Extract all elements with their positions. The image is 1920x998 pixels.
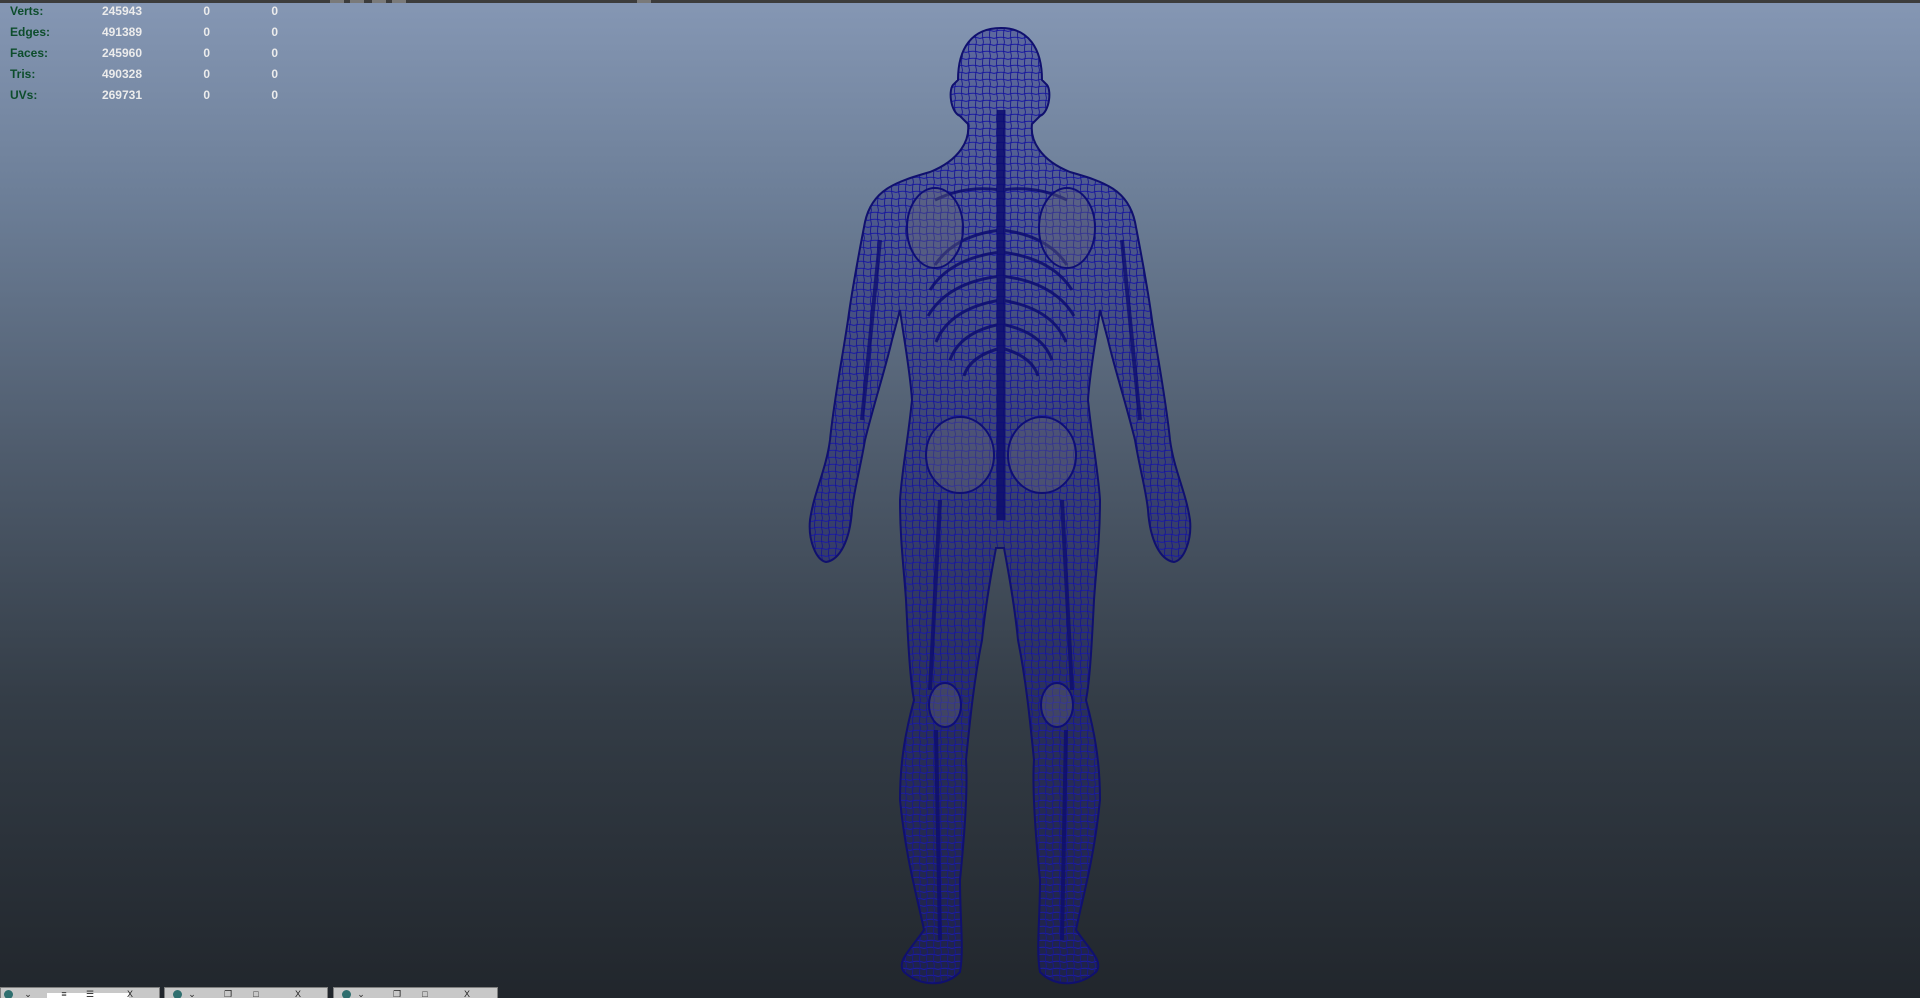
hud-total: 490328: [101, 67, 142, 81]
globe-icon: [173, 990, 182, 998]
hud-total: 245943: [101, 4, 142, 18]
hud-row-tris: Tris: 490328 0 0: [10, 64, 280, 85]
hud-component: 0: [271, 88, 278, 102]
maximize-icon[interactable]: □: [251, 990, 261, 998]
minimized-windows-bar: ⌄ ≡ ☰ X ⌄ ❐ □ X ⌄ ❐ □ X: [0, 987, 520, 998]
minimized-window[interactable]: ⌄ ❐ □ X: [333, 987, 498, 998]
close-icon[interactable]: X: [125, 990, 135, 998]
menu-icon[interactable]: ☰: [85, 990, 95, 998]
chevron-icon[interactable]: ⌄: [187, 990, 197, 998]
minimized-window[interactable]: ⌄ ≡ ☰ X: [0, 987, 160, 998]
wireframe-model[interactable]: [0, 0, 1920, 998]
hud-component: 0: [271, 25, 278, 39]
hud-row-edges: Edges: 491389 0 0: [10, 22, 280, 43]
3d-viewport[interactable]: Verts: 245943 0 0 Edges: 491389 0 0 Face…: [0, 0, 1920, 998]
minimized-window[interactable]: ⌄ ❐ □ X: [164, 987, 328, 998]
hud-component: 0: [271, 67, 278, 81]
restore-icon[interactable]: ❐: [392, 990, 402, 998]
restore-icon[interactable]: ❐: [223, 990, 233, 998]
hud-total: 269731: [101, 88, 142, 102]
hud-total: 245960: [101, 46, 142, 60]
hud-selected: 0: [203, 88, 210, 102]
hud-label: Verts:: [10, 4, 44, 18]
hud-selected: 0: [203, 4, 210, 18]
hud-row-faces: Faces: 245960 0 0: [10, 43, 280, 64]
hud-row-verts: Verts: 245943 0 0: [10, 1, 280, 22]
hud-selected: 0: [203, 25, 210, 39]
hud-selected: 0: [203, 67, 210, 81]
list-icon[interactable]: ≡: [59, 990, 69, 998]
globe-icon: [4, 990, 13, 998]
hud-total: 491389: [101, 25, 142, 39]
chevron-icon[interactable]: ⌄: [23, 990, 33, 998]
chevron-icon[interactable]: ⌄: [356, 990, 366, 998]
hud-component: 0: [271, 4, 278, 18]
globe-icon: [342, 990, 351, 998]
hud-selected: 0: [203, 46, 210, 60]
close-icon[interactable]: X: [462, 990, 472, 998]
hud-label: Edges:: [10, 25, 51, 39]
hud-component: 0: [271, 46, 278, 60]
hud-label: Faces:: [10, 46, 49, 60]
maximize-icon[interactable]: □: [420, 990, 430, 998]
hud-label: Tris:: [10, 67, 36, 81]
hud-row-uvs: UVs: 269731 0 0: [10, 85, 280, 106]
close-icon[interactable]: X: [293, 990, 303, 998]
poly-count-hud: Verts: 245943 0 0 Edges: 491389 0 0 Face…: [10, 1, 280, 106]
hud-label: UVs:: [10, 88, 38, 102]
